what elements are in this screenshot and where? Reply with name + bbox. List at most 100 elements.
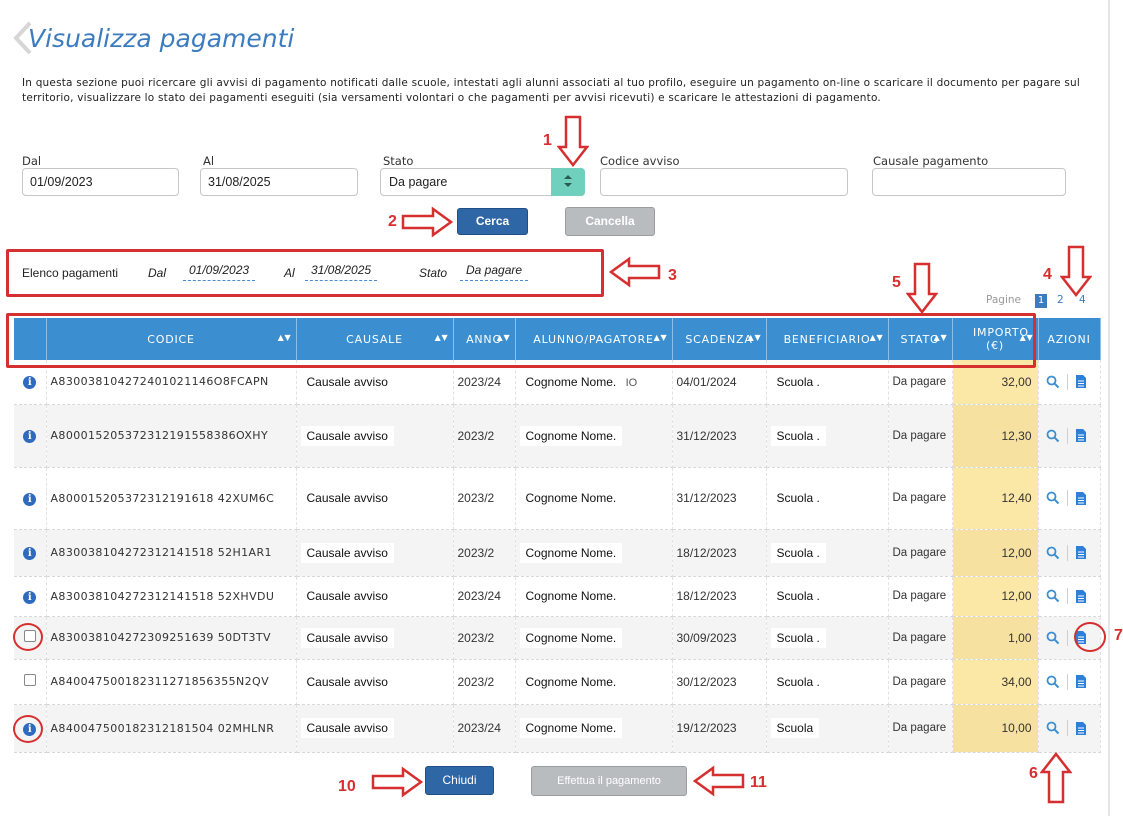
info-icon[interactable]: i (23, 492, 37, 506)
pager-page-current[interactable]: 1 (1035, 294, 1047, 308)
action-separator (1066, 588, 1068, 604)
search-icon[interactable] (1046, 589, 1060, 603)
info-icon[interactable]: i (23, 376, 37, 390)
document-icon[interactable] (1075, 674, 1087, 689)
search-icon[interactable] (1046, 721, 1060, 735)
table-row[interactable]: A830038104272309251639 50DT3TV Causale av… (14, 616, 1101, 660)
summary-label: Elenco pagamenti (22, 266, 119, 280)
beneficiario-text: Scuola . (770, 627, 826, 648)
cell-codice: A840047500182311271856355N2QV (46, 659, 297, 705)
annotation-4: 4 (1043, 266, 1052, 283)
cell-codice: A830038104272312141518 52H1AR1 (46, 529, 297, 577)
page-edge-rule (1108, 0, 1110, 816)
cell-causale: Causale avviso (296, 467, 454, 530)
al-input[interactable]: 31/08/2025 (200, 168, 358, 196)
cell-azioni (1038, 529, 1101, 577)
cell-codice: A800015205372312191618 42XUM6C (46, 467, 297, 530)
alunno-suffix: IO (625, 376, 638, 389)
stato-select[interactable]: Da pagare (380, 168, 585, 196)
alunno-text: Cognome Nome. (519, 488, 623, 508)
cell-beneficiario: Scuola (766, 704, 889, 753)
causale-text: Causale avviso (300, 371, 394, 392)
cerca-button[interactable]: Cerca (457, 208, 528, 235)
effettua-pagamento-button[interactable]: Effettua il pagamento (531, 766, 687, 796)
search-icon[interactable] (1046, 675, 1060, 689)
cell-importo: 10,00 (952, 704, 1039, 753)
cell-anno: 2023/2 (453, 616, 516, 660)
document-icon[interactable] (1075, 374, 1087, 389)
cell-scadenza: 30/09/2023 (672, 616, 767, 660)
cell-causale: Causale avviso (296, 704, 454, 753)
codice-avviso-input[interactable] (600, 168, 848, 196)
cell-stato: Da pagare (888, 404, 953, 468)
causale-text: Causale avviso (300, 671, 394, 692)
action-separator (1066, 629, 1068, 646)
cell-alunno: Cognome Nome. (515, 616, 673, 660)
search-icon[interactable] (1046, 375, 1060, 389)
dal-label: Dal (22, 154, 42, 168)
info-icon[interactable]: i (23, 430, 37, 443)
chiudi-button[interactable]: Chiudi (425, 766, 494, 795)
table-row[interactable]: A840047500182311271856355N2QV Causale avv… (14, 659, 1101, 705)
intro-text: In questa sezione puoi ricercare gli avv… (22, 77, 1081, 104)
cell-alunno: Cognome Nome. (515, 404, 673, 468)
cell-beneficiario: Scuola . (766, 404, 889, 468)
dal-input[interactable]: 01/09/2023 (22, 168, 179, 196)
cell-alunno: Cognome Nome. (515, 704, 673, 753)
search-icon[interactable] (1046, 546, 1060, 560)
cell-causale: Causale avviso (296, 404, 454, 468)
stato-label: Stato (383, 154, 414, 168)
cell-stato: Da pagare (888, 659, 953, 705)
table-row[interactable]: i A800015205372312191558386OXHY Causale av… (14, 404, 1101, 468)
cell-azioni (1038, 360, 1101, 405)
cell-stato: Da pagare (888, 616, 953, 660)
summary-al-value: 31/08/2025 (305, 263, 378, 281)
payments-table: CODICE ▲▼ CAUSALE ▲▼ ANNO ▲▼ ALUNNO/PAGATOR… (14, 318, 1101, 753)
summary-dal-label: Dal (148, 266, 167, 280)
table-row[interactable]: i A830038104272312141518 52H1AR1 Causale a… (14, 529, 1101, 577)
document-icon[interactable] (1075, 721, 1087, 736)
cell-importo: 34,00 (952, 659, 1039, 705)
cell-anno: 2023/2 (453, 529, 516, 577)
document-icon[interactable] (1075, 428, 1087, 443)
causale-text: Causale avviso (300, 586, 394, 606)
annotation-arrow-right-2 (401, 206, 453, 238)
annotation-circle-info (13, 715, 43, 743)
annotation-arrow-left-3 (609, 256, 661, 288)
cell-codice: A840047500182312181504 02MHLNR (46, 704, 297, 753)
causale-pagamento-label: Causale pagamento (873, 154, 989, 168)
causale-pagamento-input[interactable] (872, 168, 1066, 196)
annotation-5: 5 (892, 274, 901, 291)
row-checkbox[interactable] (23, 674, 36, 686)
info-icon[interactable]: i (23, 590, 37, 604)
search-icon[interactable] (1046, 429, 1060, 443)
search-icon[interactable] (1046, 631, 1060, 645)
codice-avviso-label: Codice avviso (600, 154, 680, 168)
alunno-text: Cognome Nome. (519, 542, 623, 563)
cell-stato: Da pagare (888, 576, 953, 617)
document-icon[interactable] (1075, 589, 1087, 604)
table-row[interactable]: i A840047500182312181504 02MHLNR Causale a… (14, 704, 1101, 753)
cancella-button[interactable]: Cancella (565, 207, 655, 236)
table-row[interactable]: i A830038104272312141518 52XHVDU Causale a… (14, 576, 1101, 617)
document-icon[interactable] (1075, 545, 1087, 560)
action-separator (1066, 544, 1068, 561)
alunno-text: Cognome Nome. (519, 671, 623, 692)
cell-azioni (1038, 404, 1101, 468)
alunno-text: Cognome Nome. (519, 371, 623, 392)
search-icon[interactable] (1046, 491, 1060, 505)
document-icon[interactable] (1075, 491, 1087, 506)
beneficiario-text: Scuola . (770, 542, 826, 563)
summary-stato-label: Stato (419, 266, 448, 280)
annotation-arrow-down-1 (557, 115, 589, 167)
cell-alunno: Cognome Nome. (515, 467, 673, 530)
causale-text: Causale avviso (300, 718, 394, 738)
table-row[interactable]: i A800015205372312191618 42XUM6C Causale a… (14, 467, 1101, 530)
beneficiario-text: Scuola . (770, 586, 826, 606)
action-separator (1066, 427, 1068, 444)
info-icon[interactable]: i (23, 547, 37, 560)
alunno-text: Cognome Nome. (519, 718, 623, 738)
cell-causale: Causale avviso (296, 616, 454, 660)
annotation-circle-checkbox (13, 623, 43, 651)
select-arrows-icon[interactable] (551, 168, 585, 196)
